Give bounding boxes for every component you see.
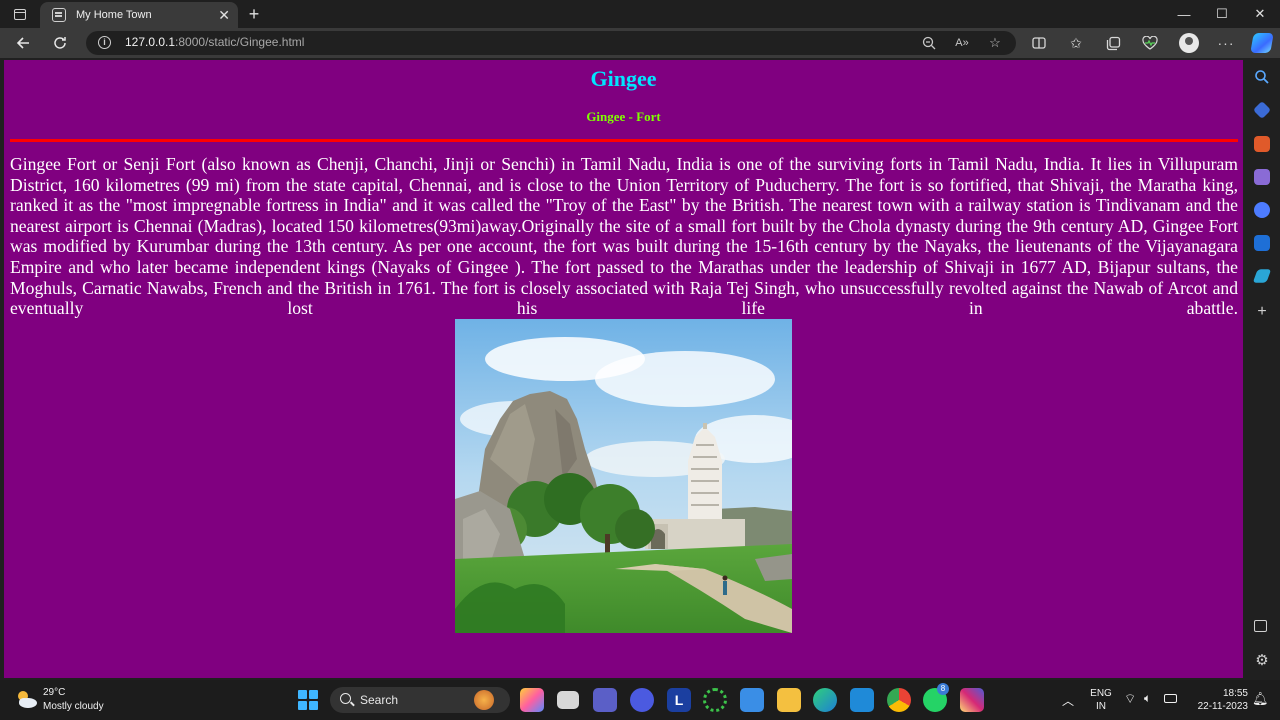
tools-briefcase-icon[interactable] — [1254, 136, 1270, 152]
edge-browser-icon[interactable] — [813, 688, 837, 712]
add-sidebar-app-icon[interactable]: + — [1254, 304, 1270, 320]
search-magnifier-icon — [340, 693, 351, 704]
weather-cloud-icon[interactable] — [14, 688, 38, 710]
tab-title: My Home Town — [76, 9, 152, 21]
refresh-button[interactable] — [48, 32, 72, 54]
web-page: Gingee Gingee - Fort Gingee Fort or Senj… — [4, 60, 1243, 678]
show-hidden-icons-chevron-icon[interactable]: ︿ — [1062, 692, 1074, 709]
windows-taskbar: 29°C Mostly cloudy Search L 8 ︿ ENG IN ⌔… — [0, 680, 1280, 720]
weather-temperature[interactable]: 29°C — [43, 687, 65, 698]
new-tab-button[interactable]: + — [244, 4, 264, 24]
file-explorer-window-icon[interactable] — [557, 691, 579, 709]
maximize-button[interactable]: ☐ — [1203, 0, 1241, 28]
collections-icon[interactable] — [1102, 32, 1124, 54]
back-arrow-icon — [16, 37, 29, 49]
windows-logo-pane — [298, 701, 307, 710]
url-path: :8000/static/Gingee.html — [175, 35, 305, 49]
start-button[interactable] — [298, 690, 318, 710]
whatsapp-badge: 8 — [937, 683, 949, 695]
profile-avatar[interactable] — [1179, 33, 1199, 53]
url-text: 127.0.0.1:8000/static/Gingee.html — [125, 35, 304, 49]
description-paragraph: Gingee Fort or Senji Fort (also known as… — [10, 154, 1238, 319]
favorite-star-icon[interactable]: ☆ — [985, 34, 1005, 52]
language-bottom[interactable]: IN — [1088, 701, 1114, 712]
windows-logo-pane — [309, 701, 318, 710]
outlook-icon[interactable] — [1254, 235, 1270, 251]
shopping-tag-icon[interactable] — [1252, 100, 1272, 120]
gingee-fort-image — [455, 319, 792, 633]
send-icon[interactable] — [1252, 269, 1272, 283]
read-aloud-icon[interactable]: A» — [952, 34, 972, 52]
chrome-icon[interactable] — [887, 688, 911, 712]
url-host: 127.0.0.1 — [125, 35, 176, 49]
volume-icon[interactable]: 🔈︎ — [1144, 691, 1151, 706]
copilot-app-icon[interactable] — [520, 688, 544, 712]
favorites-icon[interactable]: ✩ — [1065, 32, 1087, 54]
horizontal-rule — [10, 139, 1238, 142]
browser-essentials-icon[interactable] — [1139, 32, 1161, 54]
store-icon[interactable] — [740, 688, 764, 712]
collections-glyph — [1106, 36, 1120, 51]
vscode-icon[interactable] — [850, 688, 874, 712]
heart-pulse-icon — [1142, 35, 1158, 50]
clock-date: 22-11-2023 — [1197, 701, 1248, 712]
search-icon[interactable] — [1254, 69, 1270, 85]
windows-logo-pane — [298, 690, 307, 699]
fort-photo-illustration — [455, 319, 792, 633]
clock-time: 18:55 — [1222, 688, 1248, 699]
notification-bell-icon[interactable]: 🔔︎ — [1252, 691, 1269, 707]
sidebar-search-glyph — [1255, 70, 1269, 84]
instagram-icon[interactable] — [960, 688, 984, 712]
cloud-sun-glyph — [18, 691, 37, 708]
teams-icon[interactable] — [593, 688, 617, 712]
windows-logo-pane — [309, 690, 318, 699]
tab-close-button[interactable]: ✕ — [218, 8, 230, 22]
browser-title-bar: My Home Town ✕ + — ☐ ✕ — [0, 0, 1280, 28]
split-screen-glyph — [1032, 37, 1046, 49]
close-window-button[interactable]: ✕ — [1241, 0, 1279, 28]
page-title: Gingee — [590, 66, 657, 91]
minimize-button[interactable]: — — [1165, 0, 1203, 28]
tab-actions-icon — [14, 8, 26, 20]
clock[interactable]: 18:55 22-11-2023 — [1188, 687, 1248, 713]
address-bar[interactable]: i 127.0.0.1:8000/static/Gingee.html A» ☆ — [86, 31, 1016, 55]
folder-icon[interactable] — [777, 688, 801, 712]
whatsapp-icon[interactable]: 8 — [923, 683, 949, 712]
search-highlight-icon — [474, 690, 494, 710]
language-top[interactable]: ENG — [1088, 688, 1114, 699]
back-button[interactable] — [11, 32, 35, 54]
page-favicon-icon — [52, 8, 66, 22]
l-app-icon[interactable]: L — [667, 688, 691, 712]
browser-tab[interactable]: My Home Town ✕ — [40, 2, 238, 28]
settings-gear-icon[interactable]: ⚙ — [1254, 653, 1270, 669]
zoom-out-icon — [922, 36, 936, 50]
games-icon[interactable] — [1254, 169, 1270, 185]
split-screen-icon[interactable] — [1028, 32, 1050, 54]
zoom-icon[interactable] — [919, 34, 939, 52]
copilot-icon[interactable] — [1250, 33, 1274, 53]
taskbar-search-label: Search — [360, 693, 399, 707]
more-options-icon[interactable]: ··· — [1215, 32, 1237, 54]
hide-sidebar-icon[interactable] — [1254, 620, 1267, 632]
tab-actions-button[interactable] — [8, 4, 32, 24]
loading-app-icon[interactable] — [703, 688, 727, 712]
taskbar-search[interactable]: Search — [330, 687, 510, 713]
copilot-sidebar-icon[interactable] — [1254, 202, 1270, 218]
site-info-icon[interactable]: i — [98, 36, 111, 49]
weather-description[interactable]: Mostly cloudy — [43, 701, 104, 712]
edge-sidebar: + ⚙ — [1245, 58, 1280, 680]
wifi-icon[interactable]: ⌔ — [1124, 691, 1136, 707]
browser-toolbar: i 127.0.0.1:8000/static/Gingee.html A» ☆… — [0, 28, 1280, 58]
page-subtitle: Gingee - Fort — [586, 109, 661, 124]
battery-icon[interactable] — [1164, 694, 1177, 703]
refresh-icon — [54, 37, 66, 49]
arc-app-icon[interactable] — [630, 688, 654, 712]
